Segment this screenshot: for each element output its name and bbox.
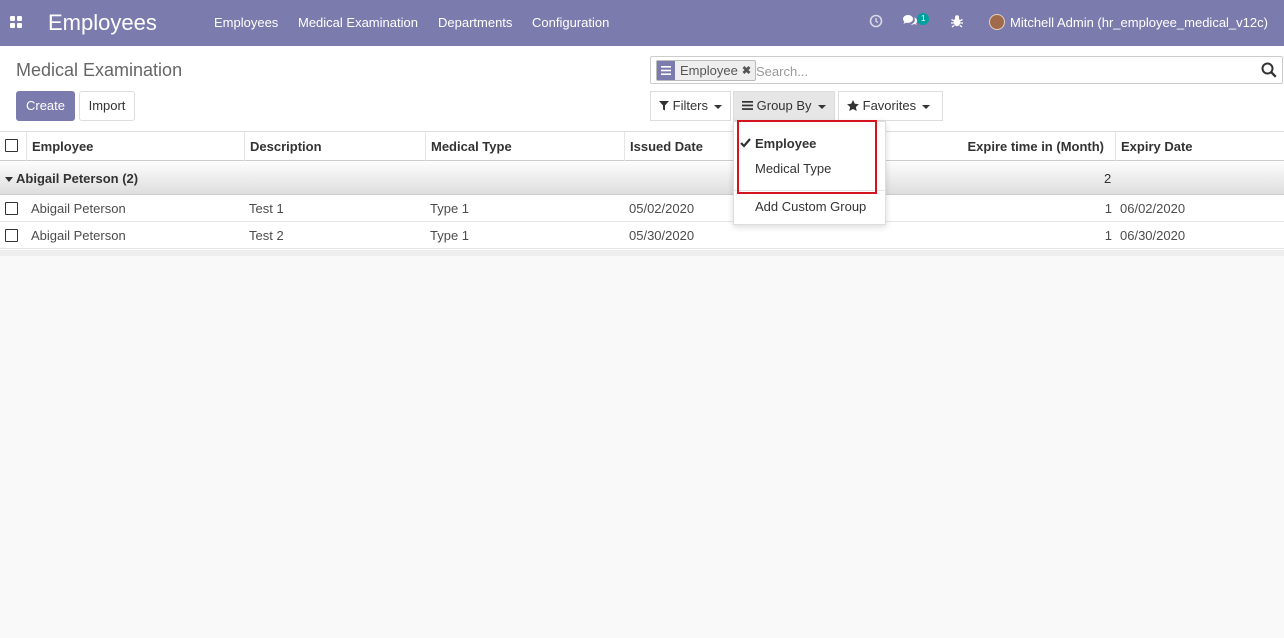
group-row[interactable]: Abigail Peterson (2) 2 [0, 162, 1284, 195]
user-menu[interactable]: Mitchell Admin (hr_employee_medical_v12c… [1010, 15, 1268, 30]
highlight-annotation [737, 120, 877, 194]
messages-icon[interactable] [902, 14, 918, 31]
group-label: Abigail Peterson (2) [16, 171, 139, 186]
apps-menu-icon[interactable] [10, 16, 23, 29]
group-caret-icon [5, 177, 13, 182]
list-view: Employee Description Medical Type Issued… [0, 132, 1284, 256]
menu-medical-examination[interactable]: Medical Examination [298, 15, 418, 30]
table-row[interactable]: Abigail Peterson Test 1 Type 1 05/02/202… [0, 195, 1284, 222]
cell-issued-date: 05/02/2020 [629, 201, 695, 216]
cell-expiry-date: 06/30/2020 [1120, 228, 1186, 243]
menu-configuration[interactable]: Configuration [532, 15, 609, 30]
app-brand[interactable]: Employees [48, 10, 157, 36]
search-icon[interactable] [1261, 62, 1277, 78]
group-sum: 2 [1104, 171, 1112, 186]
cell-medical-type: Type 1 [430, 201, 470, 216]
search-input[interactable] [756, 61, 1246, 81]
select-all-checkbox[interactable] [5, 139, 18, 152]
add-custom-group[interactable]: Add Custom Group [755, 199, 866, 214]
facet-remove-icon[interactable]: ✖ [742, 64, 755, 77]
row-checkbox[interactable] [5, 229, 18, 242]
cell-employee: Abigail Peterson [31, 201, 126, 216]
table-header: Employee Description Medical Type Issued… [0, 132, 1284, 161]
messages-count-badge: 1 [917, 13, 930, 25]
cell-description: Test 2 [249, 228, 284, 243]
filters-button[interactable]: Filters [650, 91, 732, 121]
cell-medical-type: Type 1 [430, 228, 470, 243]
star-icon [847, 100, 859, 111]
menu-employees[interactable]: Employees [214, 15, 278, 30]
cell-employee: Abigail Peterson [31, 228, 126, 243]
cell-expire-months: 1 [1104, 228, 1112, 243]
group-by-facet-icon [657, 61, 675, 80]
menu-departments[interactable]: Departments [438, 15, 512, 30]
favorites-button[interactable]: Favorites [838, 91, 943, 121]
top-navbar: Employees Employees Medical Examination … [0, 0, 1284, 46]
cell-expiry-date: 06/02/2020 [1120, 201, 1186, 216]
control-panel: Medical Examination Create Import Employ… [0, 46, 1284, 132]
cell-issued-date: 05/30/2020 [629, 228, 695, 243]
user-avatar[interactable] [989, 14, 1005, 30]
filter-icon [659, 101, 669, 111]
cell-expire-months: 1 [1104, 201, 1112, 216]
debug-bug-icon[interactable] [950, 14, 964, 31]
search-facet: Employee ✖ [656, 60, 757, 81]
group-by-button[interactable]: Group By [733, 91, 835, 121]
search-box: Employee ✖ [650, 56, 1283, 84]
activity-clock-icon[interactable] [869, 14, 883, 31]
column-description[interactable]: Description [244, 132, 426, 161]
column-expiry-date[interactable]: Expiry Date [1115, 132, 1284, 161]
group-by-icon [742, 101, 753, 110]
page-title: Medical Examination [16, 60, 183, 80]
filters-label: Filters [672, 98, 709, 113]
create-button[interactable]: Create [16, 91, 75, 121]
cell-description: Test 1 [249, 201, 284, 216]
table-row[interactable]: Abigail Peterson Test 2 Type 1 05/30/202… [0, 222, 1284, 249]
column-employee[interactable]: Employee [26, 132, 246, 161]
column-medical-type[interactable]: Medical Type [425, 132, 625, 161]
import-button[interactable]: Import [79, 91, 135, 121]
favorites-label: Favorites [862, 98, 917, 113]
column-expire-months[interactable]: Expire time in (Month) [944, 132, 1116, 161]
group-by-label: Group By [756, 98, 812, 113]
row-checkbox[interactable] [5, 202, 18, 215]
facet-value: Employee [680, 63, 738, 78]
